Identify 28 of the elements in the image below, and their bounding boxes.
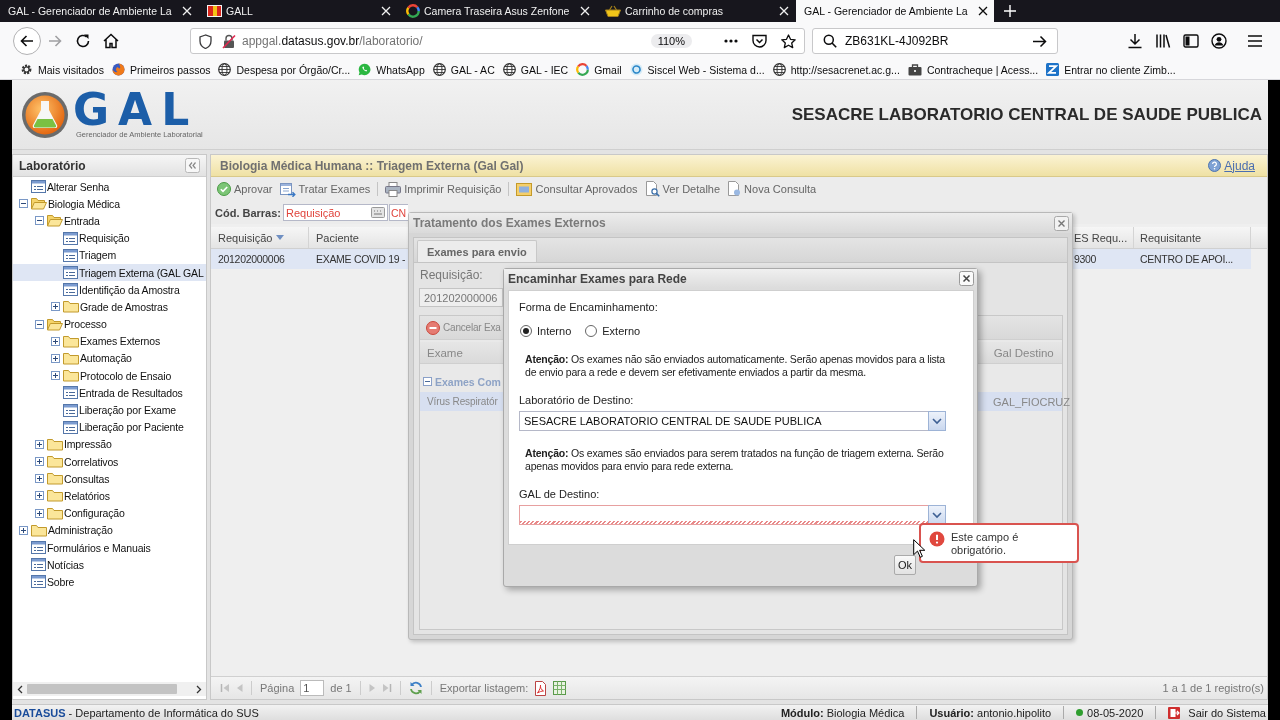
panel-title: Biologia Médica Humana :: Triagem Externa (Gal Gal) — [220, 158, 524, 173]
export-label: Exportar listagem: — [439, 682, 529, 694]
field-label: Forma de Encaminhamento: — [519, 301, 658, 313]
page-label: Página — [260, 682, 295, 694]
module-info: Módulo: Biologia Médica — [780, 706, 905, 719]
table-cell: EXAME COVID 19 - — [316, 253, 406, 265]
user-info: Usuário: antonio.hipolito — [929, 706, 1052, 719]
table-cell: 9300 — [1074, 253, 1097, 265]
attention-note: Atenção: Os exames são enviados para serem tratados na função de triagem externa. Serão apenas movidos para envio para rede externa. — [524, 447, 945, 472]
barcode-label: Cód. Barras: — [215, 206, 282, 219]
dialog-title: Tratamento dos Exames Externos — [413, 216, 606, 230]
dialog-title: Encaminhar Exames para Rede — [508, 271, 687, 286]
table-cell: GAL_FIOCRUZ — [993, 395, 1070, 408]
field-label: GAL de Destino: — [519, 488, 600, 500]
table-cell: CENTRO DE APOI... — [1140, 253, 1233, 265]
field-label: Laboratório de Destino: — [519, 394, 634, 406]
attention-note: Atenção: Os exames não são enviados automaticamente. Serão apenas movidos para a lista de envio para a rede e devem ser efetivamente enviados a partir da mesma. — [524, 353, 946, 378]
date-text: 08-05-2020 — [1087, 706, 1144, 719]
laboratory-name: SESACRE LABORATORIO CENTRAL DE SAUDE PUBLICA — [791, 104, 1262, 125]
logo-text: GAL — [73, 90, 199, 130]
field-label: Requisição: — [419, 268, 483, 282]
error-message: Este campo é obrigatório. — [951, 531, 1020, 557]
table-cell: 201202000006 — [218, 253, 285, 265]
table-cell: Vírus Respiratór — [427, 396, 498, 407]
record-count: 1 a 1 de 1 registro(s) — [1162, 682, 1264, 694]
sidebar-title: Laboratório — [19, 158, 86, 173]
page-count: de 1 — [330, 682, 352, 694]
footer-text: DATASUS - Departamento de Informática do SUS — [14, 706, 259, 719]
